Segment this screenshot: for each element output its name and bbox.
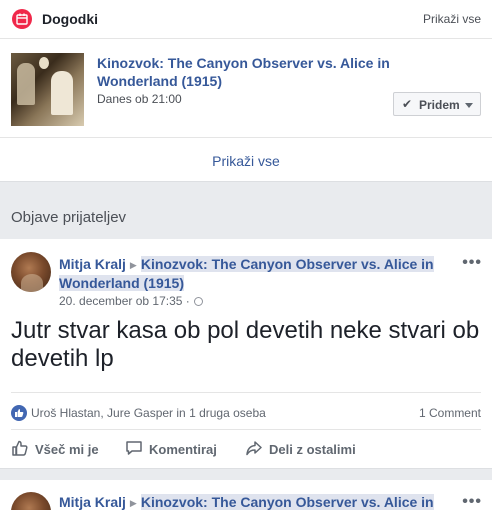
post-timestamp[interactable]: 20. december ob 17:35 · xyxy=(59,294,190,308)
events-see-all-bottom-link[interactable]: Prikaži vse xyxy=(212,153,280,169)
comment-count-link[interactable]: 1 Comment xyxy=(419,406,481,420)
events-footer: Prikaži vse xyxy=(0,138,492,182)
reactions-bar: Uroš Hlastan, Jure Gasper in 1 druga ose… xyxy=(11,392,481,430)
post-event-link[interactable]: Kinozvok: The Canyon Observer vs. Alice … xyxy=(140,494,434,510)
share-icon xyxy=(246,441,262,456)
post-author-link[interactable]: Mitja Kralj xyxy=(59,494,126,510)
caret-down-icon xyxy=(465,103,473,108)
arrow-right-icon: ▶ xyxy=(129,260,137,270)
arrow-right-icon: ▶ xyxy=(129,498,137,508)
event-time: Danes ob 21:00 xyxy=(97,92,182,106)
events-title[interactable]: Dogodki xyxy=(42,11,98,27)
going-label: Pridem xyxy=(419,98,460,112)
avatar[interactable] xyxy=(11,252,51,292)
post-actions: Všeč mi je Komentiraj Deli z ostalimi xyxy=(0,430,492,468)
event-thumbnail[interactable] xyxy=(11,53,84,126)
comment-icon xyxy=(126,441,142,455)
check-icon: ✔ xyxy=(402,97,413,111)
event-name-link[interactable]: Kinozvok: The Canyon Observer vs. Alice … xyxy=(97,54,397,90)
events-header: Dogodki Prikaži vse xyxy=(0,0,492,38)
friend-post: Mitja Kralj ▶ Kinozvok: The Canyon Observe… xyxy=(0,239,492,469)
friends-posts-header: Objave prijateljev xyxy=(0,183,492,239)
events-see-all-link[interactable]: Prikaži vse xyxy=(423,12,481,26)
comment-label: Komentiraj xyxy=(149,442,217,457)
avatar[interactable] xyxy=(11,492,51,510)
more-icon[interactable]: ••• xyxy=(462,254,482,272)
like-label: Všeč mi je xyxy=(35,442,99,457)
globe-icon xyxy=(193,297,203,306)
post-text: Jutr stvar kasa ob pol devetih neke stva… xyxy=(11,317,480,372)
calendar-icon xyxy=(12,9,32,29)
going-button[interactable]: ✔ Pridem xyxy=(393,92,481,116)
reactions-names[interactable]: Uroš Hlastan, Jure Gasper in 1 druga ose… xyxy=(31,406,266,420)
post-meta: 20. december ob 17:35 · xyxy=(59,294,203,308)
friends-posts-title: Objave prijateljev xyxy=(11,209,127,226)
events-card: Dogodki Prikaži vse ✔ Pridem Kinozvok: T… xyxy=(0,0,492,182)
post-header: Mitja Kralj ▶ Kinozvok: The Canyon Observe… xyxy=(59,493,459,510)
like-icon xyxy=(11,405,27,421)
more-icon[interactable]: ••• xyxy=(462,493,482,510)
post-header: Mitja Kralj ▶ Kinozvok: The Canyon Observe… xyxy=(59,255,459,292)
post-author-link[interactable]: Mitja Kralj xyxy=(59,256,126,272)
thumbs-up-icon xyxy=(12,440,28,456)
share-label: Deli z ostalimi xyxy=(269,442,356,457)
friend-post-2: Mitja Kralj ▶ Kinozvok: The Canyon Observe… xyxy=(0,480,492,510)
